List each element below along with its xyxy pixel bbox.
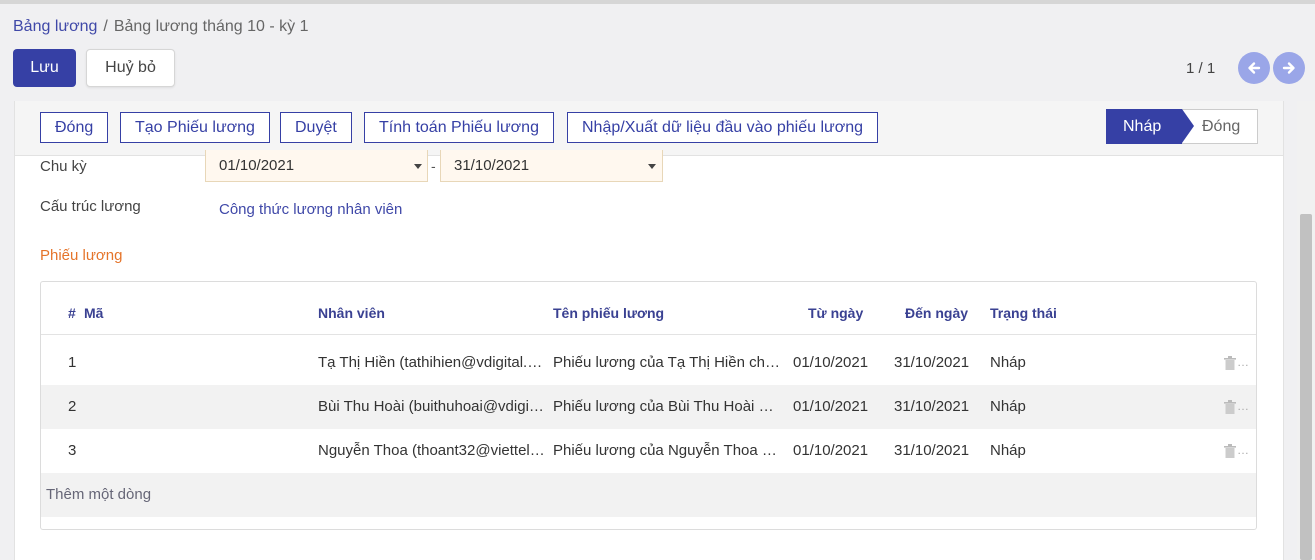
save-button[interactable]: Lưu xyxy=(13,49,76,87)
col-header-index: # xyxy=(68,305,76,321)
date-to-value: 31/10/2021 xyxy=(454,157,530,174)
scrollbar-thumb[interactable] xyxy=(1300,214,1312,560)
row-payslip-name: Phiếu lương của Tạ Thị Hiền cho tháng 10 xyxy=(553,354,781,371)
compute-payslips-button[interactable]: Tính toán Phiếu lương xyxy=(364,112,554,143)
row-state: Nháp xyxy=(990,398,1026,415)
row-index: 1 xyxy=(68,354,77,371)
chevron-down-icon xyxy=(414,164,422,169)
row-date-to: 31/10/2021 xyxy=(894,354,970,371)
col-header-code[interactable]: Mã xyxy=(84,305,103,321)
date-from-input[interactable]: 01/10/2021 xyxy=(205,150,428,182)
structure-value-link[interactable]: Công thức lương nhân viên xyxy=(219,201,402,218)
table-row[interactable]: 1 Tạ Thị Hiền (tathihien@vdigital.com.vn… xyxy=(41,341,1256,385)
stage-arrow xyxy=(1182,109,1194,143)
col-header-employee[interactable]: Nhân viên xyxy=(318,305,385,321)
col-header-state[interactable]: Trạng thái xyxy=(990,305,1057,321)
row-index: 2 xyxy=(68,398,77,415)
trash-icon[interactable] xyxy=(1224,356,1236,370)
previous-record-button[interactable] xyxy=(1238,52,1270,84)
col-header-date-from[interactable]: Từ ngày xyxy=(808,305,863,321)
overflow-dots: … xyxy=(1237,443,1249,457)
create-payslips-button[interactable]: Tạo Phiếu lương xyxy=(120,112,270,143)
col-header-date-to[interactable]: Đến ngày xyxy=(905,305,968,321)
date-range-separator: - xyxy=(431,158,436,174)
row-employee: Tạ Thị Hiền (tathihien@vdigital.com.vn) xyxy=(318,354,546,371)
chevron-down-icon xyxy=(648,164,656,169)
date-to-input[interactable]: 31/10/2021 xyxy=(440,150,663,182)
add-line-row: Thêm một dòng xyxy=(41,473,1256,517)
table-header-divider xyxy=(41,334,1256,335)
row-state: Nháp xyxy=(990,442,1026,459)
arrow-right-icon xyxy=(1282,62,1295,74)
breadcrumb-current: Bảng lương tháng 10 - kỳ 1 xyxy=(113,18,309,35)
date-from-value: 01/10/2021 xyxy=(219,157,295,174)
payslips-table: # Mã Nhân viên Tên phiếu lương Từ ngày Đ… xyxy=(40,281,1257,530)
row-state: Nháp xyxy=(990,354,1026,371)
breadcrumb-parent-link[interactable]: Bảng lương xyxy=(13,18,97,35)
row-date-from: 01/10/2021 xyxy=(793,442,869,459)
breadcrumb: Bảng lương / Bảng lương tháng 10 - kỳ 1 xyxy=(13,18,308,36)
table-row[interactable]: 2 Bùi Thu Hoài (buithuhoai@vdigital.com.… xyxy=(41,385,1256,429)
row-date-from: 01/10/2021 xyxy=(793,398,869,415)
statusbar: Đóng Tạo Phiếu lương Duyệt Tính toán Phi… xyxy=(14,101,1284,156)
col-header-payslip-name[interactable]: Tên phiếu lương xyxy=(553,305,664,321)
row-date-from: 01/10/2021 xyxy=(793,354,869,371)
stage-draft[interactable]: Nháp xyxy=(1106,109,1182,144)
structure-label: Cấu trúc lương xyxy=(40,198,141,215)
trash-icon[interactable] xyxy=(1224,400,1236,414)
row-date-to: 31/10/2021 xyxy=(894,398,970,415)
overflow-dots: … xyxy=(1237,355,1249,369)
payslips-section-title: Phiếu lương xyxy=(40,247,123,264)
close-button[interactable]: Đóng xyxy=(40,112,109,143)
row-payslip-name: Phiếu lương của Nguyễn Thoa cho tháng 10 xyxy=(553,442,781,459)
control-panel: Bảng lương / Bảng lương tháng 10 - kỳ 1 Lư… xyxy=(0,4,1315,101)
add-line-link[interactable]: Thêm một dòng xyxy=(46,486,151,503)
row-employee: Nguyễn Thoa (thoant32@viettel.com.vn) xyxy=(318,442,546,459)
breadcrumb-separator: / xyxy=(103,18,108,35)
arrow-left-icon xyxy=(1248,62,1261,74)
period-label: Chu kỳ xyxy=(40,158,87,175)
trash-icon[interactable] xyxy=(1224,444,1236,458)
next-record-button[interactable] xyxy=(1273,52,1305,84)
row-employee: Bùi Thu Hoài (buithuhoai@vdigital.com.vn… xyxy=(318,398,546,415)
pager-counter[interactable]: 1 / 1 xyxy=(1186,60,1215,77)
row-payslip-name: Phiếu lương của Bùi Thu Hoài cho tháng 1… xyxy=(553,398,781,415)
overflow-dots: … xyxy=(1237,399,1249,413)
discard-button[interactable]: Huỷ bỏ xyxy=(86,49,175,87)
row-index: 3 xyxy=(68,442,77,459)
import-export-input-button[interactable]: Nhập/Xuất dữ liệu đầu vào phiếu lương xyxy=(567,112,878,143)
table-row[interactable]: 3 Nguyễn Thoa (thoant32@viettel.com.vn) … xyxy=(41,429,1256,473)
row-date-to: 31/10/2021 xyxy=(894,442,970,459)
approve-button[interactable]: Duyệt xyxy=(280,112,352,143)
